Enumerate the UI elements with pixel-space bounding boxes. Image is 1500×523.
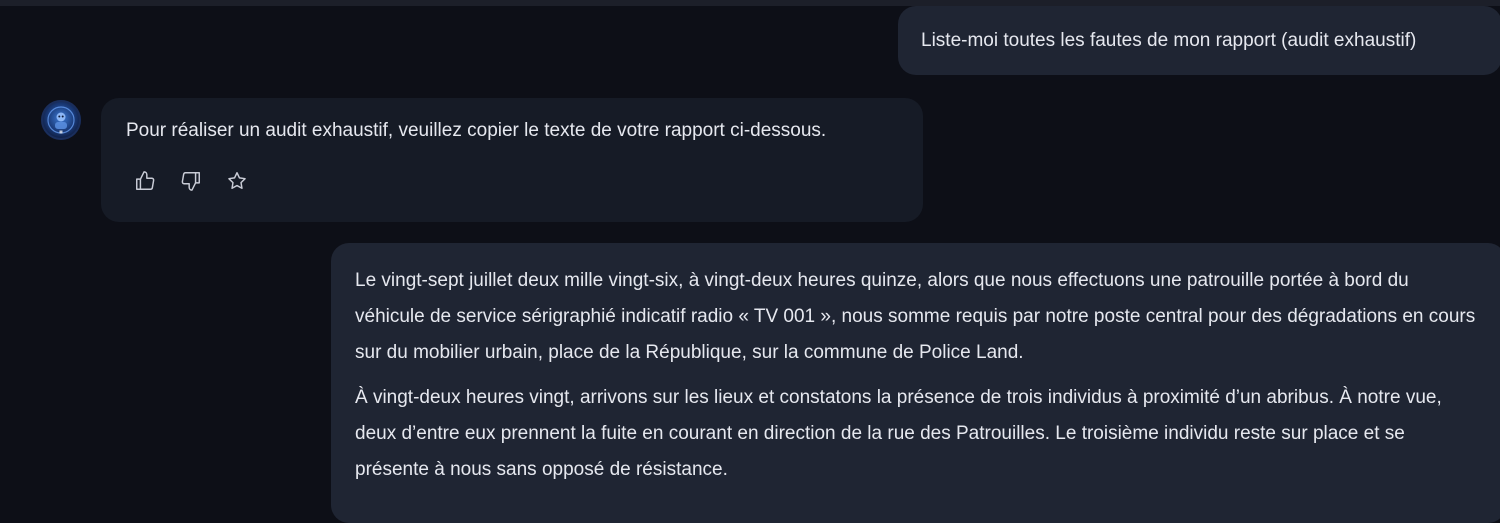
thumbs-down-icon xyxy=(181,172,200,191)
star-icon xyxy=(228,172,246,189)
user-message-bubble: Liste-moi toutes les fautes de mon rappo… xyxy=(898,6,1500,75)
report-paragraph-1: Le vingt-sept juillet deux mille vingt-s… xyxy=(355,270,1476,363)
assistant-avatar xyxy=(41,100,81,140)
dislike-button[interactable] xyxy=(180,170,202,192)
bot-avatar-icon xyxy=(47,106,75,134)
user-message-text: Liste-moi toutes les fautes de mon rappo… xyxy=(921,29,1417,51)
assistant-message-text: Pour réaliser un audit exhaustif, veuill… xyxy=(126,120,827,141)
user-report-bubble: Le vingt-sept juillet deux mille vingt-s… xyxy=(331,243,1500,523)
thumbs-up-icon xyxy=(136,171,155,190)
assistant-message-bubble: Pour réaliser un audit exhaustif, veuill… xyxy=(101,98,923,222)
report-paragraph-2: À vingt-deux heures vingt, arrivons sur … xyxy=(355,387,1442,480)
message-actions xyxy=(134,170,248,192)
favorite-button[interactable] xyxy=(226,170,248,192)
like-button[interactable] xyxy=(134,170,156,192)
